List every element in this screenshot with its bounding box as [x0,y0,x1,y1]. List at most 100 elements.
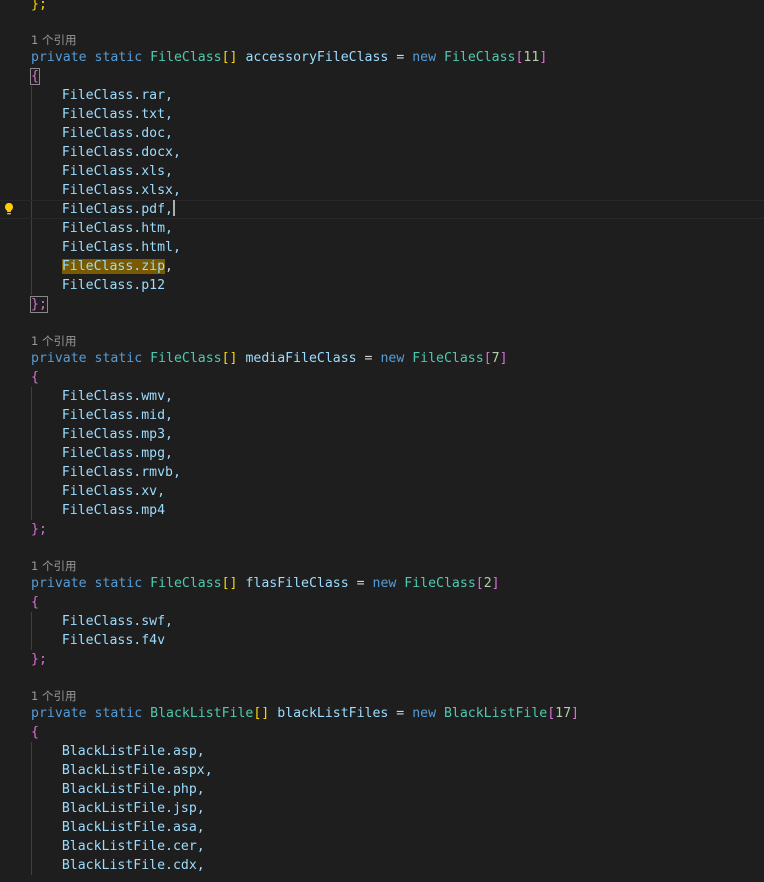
array-item-line: FileClass.docx, [0,143,764,162]
close-brace: }; [30,296,48,313]
code-line: }; [0,0,764,14]
type-name: BlackListFile [443,706,548,721]
text-cursor [172,200,175,216]
declaration-line: private static FileClass[] mediaFileClas… [0,349,764,368]
array-item: FileClass.mid, [61,408,173,423]
open-brace-line: { [0,593,764,612]
close-brace-line: }; [0,295,764,314]
code-text: }; [31,520,47,539]
codelens-references-link[interactable]: 1 个引用 [31,32,76,48]
type-name: BlackListFile [150,706,254,721]
keyword-new: new [372,576,397,591]
array-item-line: FileClass.zip, [0,257,764,276]
array-item-line: FileClass.doc, [0,124,764,143]
open-brace: { [31,370,39,385]
keyword-static: static [94,576,143,591]
code-text: private static FileClass[] flasFileClass… [31,574,500,593]
code-text: FileClass.mid, [62,406,173,425]
bracket-open: [ [483,351,492,366]
array-size: 17 [555,706,572,721]
array-item: FileClass.p12 [61,278,166,293]
codelens-row: 1 个引用 [0,688,764,704]
open-brace-line: { [0,67,764,86]
array-item-line: FileClass.rar, [0,86,764,105]
array-size: 11 [523,50,540,65]
type-name: FileClass [150,351,222,366]
keyword-private: private [31,706,87,721]
code-text: BlackListFile.jsp, [62,799,205,818]
code-text: FileClass.rar, [62,86,173,105]
array-item-line: BlackListFile.php, [0,780,764,799]
keyword-private: private [31,50,87,65]
array-item-line: BlackListFile.asa, [0,818,764,837]
code-text: FileClass.swf, [62,612,173,631]
array-item: BlackListFile.asa, [61,820,205,835]
bracket-open: [ [547,706,556,721]
code-text: }; [31,650,47,669]
array-item: FileClass.mp4 [61,503,166,518]
array-item-line: FileClass.mid, [0,406,764,425]
assign-operator: = [364,351,373,366]
code-text: FileClass.htm, [62,219,173,238]
assign-operator: = [396,50,405,65]
code-text: FileClass.f4v [62,631,165,650]
array-item-line: FileClass.xv, [0,482,764,501]
array-item: BlackListFile.aspx, [61,763,213,778]
open-brace-line: { [0,723,764,742]
codelens-references-link[interactable]: 1 个引用 [31,558,76,574]
array-item-line: FileClass.mpg, [0,444,764,463]
code-text: FileClass.mpg, [62,444,173,463]
type-name: FileClass [404,576,476,591]
code-text: FileClass.xv, [62,482,165,501]
array-item: FileClass.xlsx, [61,183,181,198]
close-brace-line: }; [0,650,764,669]
close-brace: }; [31,522,47,537]
array-item-line: BlackListFile.aspx, [0,761,764,780]
code-text: BlackListFile.cer, [62,837,205,856]
code-text: FileClass.txt, [62,105,173,124]
code-text: private static BlackListFile[] blackList… [31,704,579,723]
array-item-line: FileClass.xlsx, [0,181,764,200]
codelens-row: 1 个引用 [0,32,764,48]
code-text: FileClass.html, [62,238,181,257]
array-item-line: FileClass.swf, [0,612,764,631]
array-item: FileClass.xv, [61,484,166,499]
code-text: FileClass.mp3, [62,425,173,444]
code-text: BlackListFile.cdx, [62,856,205,875]
array-item: FileClass.wmv, [61,389,173,404]
array-item-line: FileClass.xls, [0,162,764,181]
array-item: BlackListFile.jsp, [61,801,205,816]
code-text: FileClass.zip, [61,257,173,276]
closing-brace: }; [31,0,47,12]
array-size: 7 [491,351,500,366]
array-item-line: FileClass.mp4 [0,501,764,520]
array-item-line: FileClass.rmvb, [0,463,764,482]
array-item-line: FileClass.p12 [0,276,764,295]
array-item-line: FileClass.htm, [0,219,764,238]
array-brackets: [] [221,351,238,366]
code-text: FileClass.pdf, [62,200,175,219]
declaration-line: private static BlackListFile[] blackList… [0,704,764,723]
code-editor[interactable]: }; 1 个引用 private static FileClass[] access… [0,0,764,882]
array-item: FileClass.docx, [61,145,181,160]
codelens-references-link[interactable]: 1 个引用 [31,333,76,349]
keyword-static: static [94,706,143,721]
codelens-row: 1 个引用 [0,558,764,574]
open-brace: { [31,725,39,740]
array-item: FileClass.mp3, [61,427,173,442]
array-item: FileClass.rar, [61,88,173,103]
type-name: FileClass [150,50,222,65]
code-text: FileClass.docx, [62,143,181,162]
array-brackets: [] [253,706,270,721]
codelens-row: 1 个引用 [0,333,764,349]
field-name: blackListFiles [277,706,389,721]
array-item: FileClass.rmvb, [61,465,181,480]
codelens-references-link[interactable]: 1 个引用 [31,688,76,704]
code-text: FileClass.wmv, [62,387,173,406]
open-brace-line: { [0,368,764,387]
array-item: FileClass.html, [61,240,181,255]
code-text: { [31,368,39,387]
code-text: BlackListFile.php, [62,780,205,799]
field-name: accessoryFileClass [245,50,389,65]
array-item: FileClass.f4v [61,633,166,648]
